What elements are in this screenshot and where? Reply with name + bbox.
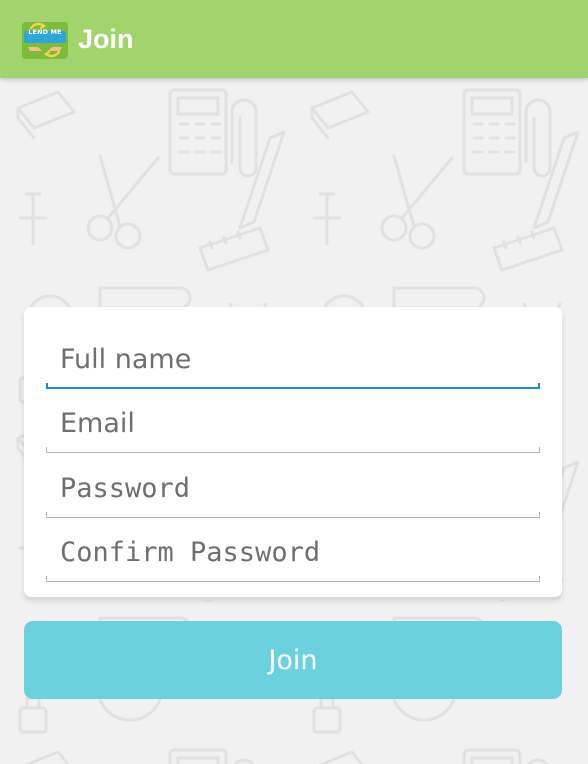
join-button[interactable]: Join [24,621,562,699]
full-name-underline [46,383,540,389]
email-input[interactable] [46,401,540,445]
logo-text: LEND ME [28,28,62,36]
password-field-container [46,466,540,518]
password-input[interactable] [46,466,540,510]
password-underline [46,512,540,518]
app-bar: LEND ME Join [0,0,588,78]
confirm-password-input[interactable] [46,530,540,574]
confirm-password-field-container [46,530,540,582]
registration-card [24,307,562,597]
confirm-password-underline [46,576,540,582]
lend-me-logo-icon: LEND ME [22,19,68,61]
page-title: Join [78,24,134,54]
email-field-container [46,401,540,453]
full-name-input[interactable] [46,337,540,381]
full-name-field-container [46,337,540,389]
email-underline [46,447,540,453]
